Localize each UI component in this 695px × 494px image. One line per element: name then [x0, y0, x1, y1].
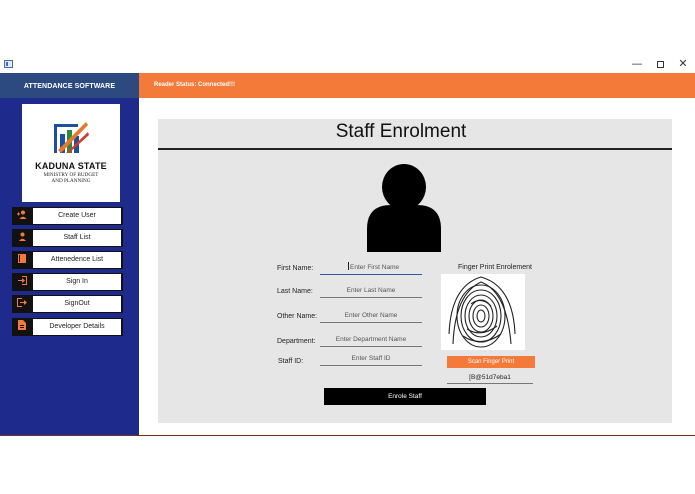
book-icon: [12, 251, 32, 269]
document-icon: [12, 318, 32, 336]
app-window: — ✕ ATTENDANCE SOFTWARE KADUNA STATE MIN…: [0, 0, 695, 494]
last-name-input[interactable]: Enter Last Name: [320, 284, 422, 298]
logo-emblem-icon: [54, 122, 89, 153]
sidebar-item-label: Sign In: [33, 274, 121, 290]
sign-out-icon: [12, 295, 32, 313]
department-label: Department:: [277, 338, 316, 345]
kaduna-logo: KADUNA STATE MINISTRY OF BUDGET AND PLAN…: [22, 104, 120, 202]
sidebar-item-label: Attenedence List: [33, 252, 121, 268]
sidebar-item-label: Staff List: [33, 230, 121, 246]
scan-fingerprint-button[interactable]: Scan Finger Print: [447, 356, 535, 368]
user-avatar-icon: [367, 164, 441, 252]
text-caret: [348, 262, 349, 270]
close-button[interactable]: ✕: [672, 56, 694, 72]
sidebar-item-label: SignOut: [33, 296, 121, 312]
minimize-button[interactable]: —: [626, 56, 648, 72]
fingerprint-value-field[interactable]: [B@51d7eba1: [447, 371, 533, 384]
sidebar-item-sign-in[interactable]: Sign In: [12, 273, 123, 291]
sidebar-header: ATTENDANCE SOFTWARE: [0, 73, 139, 98]
sidebar-item-create-user[interactable]: Create User: [12, 207, 123, 225]
fingerprint-image: [441, 274, 525, 350]
first-name-input[interactable]: Enter First Name: [320, 261, 422, 275]
first-name-placeholder: Enter First Name: [350, 264, 400, 271]
first-name-label: First Name:: [277, 265, 314, 272]
title-bar: — ✕: [0, 55, 695, 73]
fingerprint-icon: [441, 274, 525, 350]
sidebar-item-attendance-list[interactable]: Attenedence List: [12, 251, 123, 269]
page-title: Staff Enrolment: [335, 121, 467, 142]
enrole-staff-button[interactable]: Enrole Staff: [324, 388, 486, 405]
title-divider: [158, 148, 672, 150]
logo-subtitle: MINISTRY OF BUDGET AND PLANNING: [22, 172, 120, 184]
window-bottom-border: [0, 435, 695, 436]
enrolment-panel: Staff Enrolment First Name: Enter First …: [158, 119, 672, 423]
sidebar-item-label: Create User: [33, 208, 121, 224]
sidebar-item-sign-out[interactable]: SignOut: [12, 295, 123, 313]
sign-in-icon: [12, 273, 32, 291]
status-bar: Reader Status: Connected!!!: [139, 73, 695, 98]
last-name-label: Last Name:: [277, 288, 313, 295]
reader-status-text: Reader Status: Connected!!!: [154, 82, 236, 88]
staff-id-label: Staff ID:: [278, 358, 304, 365]
sidebar: ATTENDANCE SOFTWARE KADUNA STATE MINISTR…: [0, 73, 139, 436]
sidebar-item-developer-details[interactable]: Developer Details: [12, 318, 123, 336]
user-icon: [12, 229, 32, 247]
department-input[interactable]: Enter Department Name: [320, 333, 422, 347]
sidebar-item-staff-list[interactable]: Staff List: [12, 229, 123, 247]
other-name-input[interactable]: Enter Other Name: [320, 309, 422, 323]
maximize-button[interactable]: [649, 56, 671, 72]
app-icon: [4, 60, 13, 68]
staff-id-input[interactable]: Enter Staff ID: [320, 352, 422, 366]
fingerprint-title: Finger Print Enrolement: [458, 264, 532, 271]
maximize-icon: [656, 60, 664, 68]
sidebar-item-label: Developer Details: [33, 319, 121, 335]
other-name-label: Other Name:: [277, 313, 318, 320]
logo-title: KADUNA STATE: [35, 161, 107, 171]
add-user-icon: [12, 207, 32, 225]
logo-subtitle-line: AND PLANNING: [51, 178, 91, 184]
